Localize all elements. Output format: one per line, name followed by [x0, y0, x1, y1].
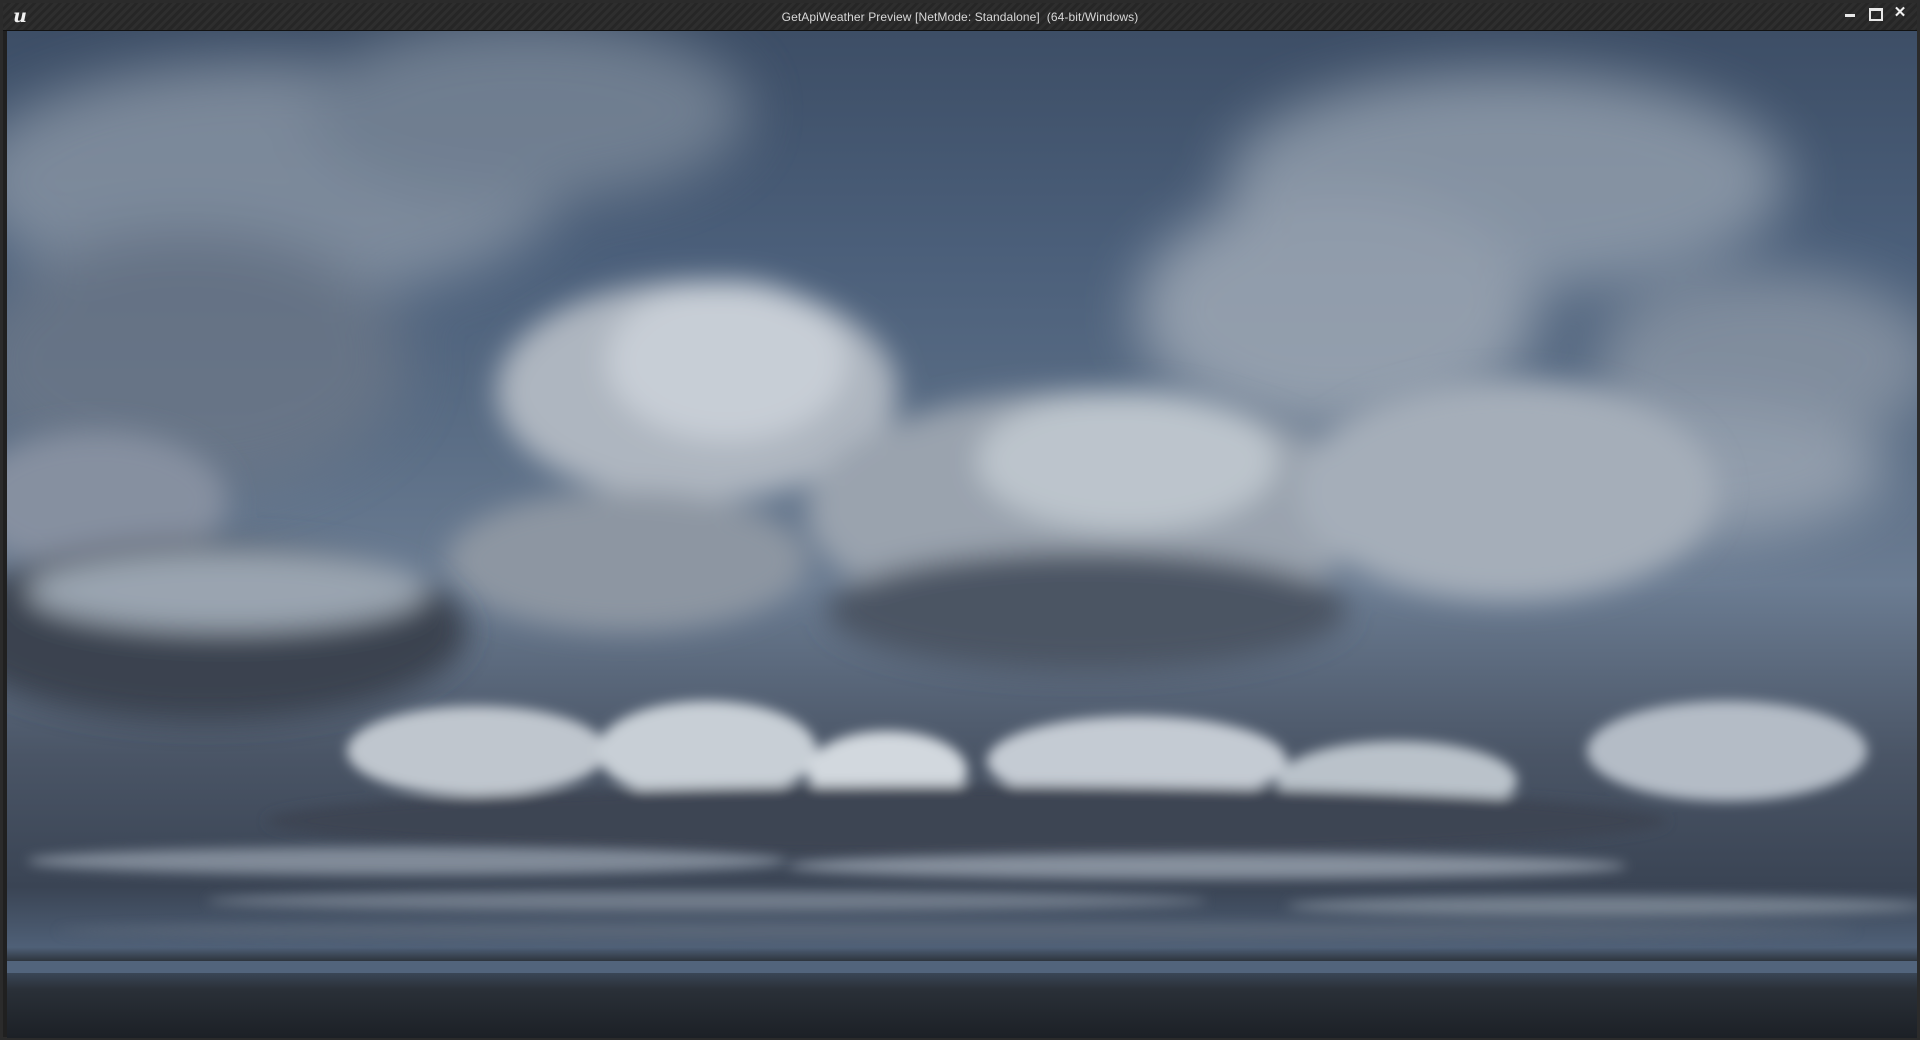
lower-cumulus-row: [267, 701, 1867, 856]
game-viewport[interactable]: [7, 31, 1917, 1038]
maximize-icon[interactable]: [1864, 6, 1886, 21]
horizon-haze: [7, 961, 1917, 973]
close-icon[interactable]: ✕: [1889, 5, 1911, 21]
title-bar[interactable]: u GetApiWeather Preview [NetMode: Standa…: [3, 3, 1917, 31]
minimize-icon[interactable]: [1839, 6, 1861, 21]
game-window: u GetApiWeather Preview [NetMode: Standa…: [0, 0, 1920, 1040]
ocean: [7, 973, 1917, 1038]
window-title: GetApiWeather Preview [NetMode: Standalo…: [781, 10, 1139, 24]
sky-scene: [7, 31, 1917, 1038]
window-controls: ✕: [1839, 5, 1911, 24]
horizon-cloud-bands: [27, 847, 1917, 939]
